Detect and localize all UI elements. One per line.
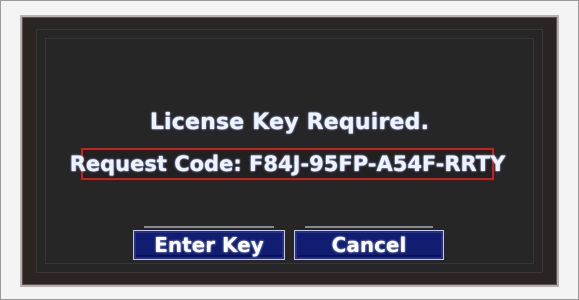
display-bezel: License Key Required. Request Code: F84J…: [20, 15, 559, 287]
button-highlight: [144, 226, 274, 228]
license-dialog-screen: License Key Required. Request Code: F84J…: [36, 29, 543, 273]
enter-key-button-label: Enter Key: [154, 233, 264, 257]
cancel-button[interactable]: Cancel: [294, 226, 444, 260]
request-code-box: Request Code: F84J-95FP-A54F-RRTY: [70, 148, 505, 180]
enter-key-button[interactable]: Enter Key: [133, 226, 285, 260]
cancel-button-label: Cancel: [331, 233, 407, 257]
request-code-text: Request Code: F84J-95FP-A54F-RRTY: [69, 152, 506, 176]
photo-frame: License Key Required. Request Code: F84J…: [0, 0, 579, 300]
button-highlight: [305, 226, 433, 228]
dialog-title: License Key Required.: [149, 110, 430, 135]
